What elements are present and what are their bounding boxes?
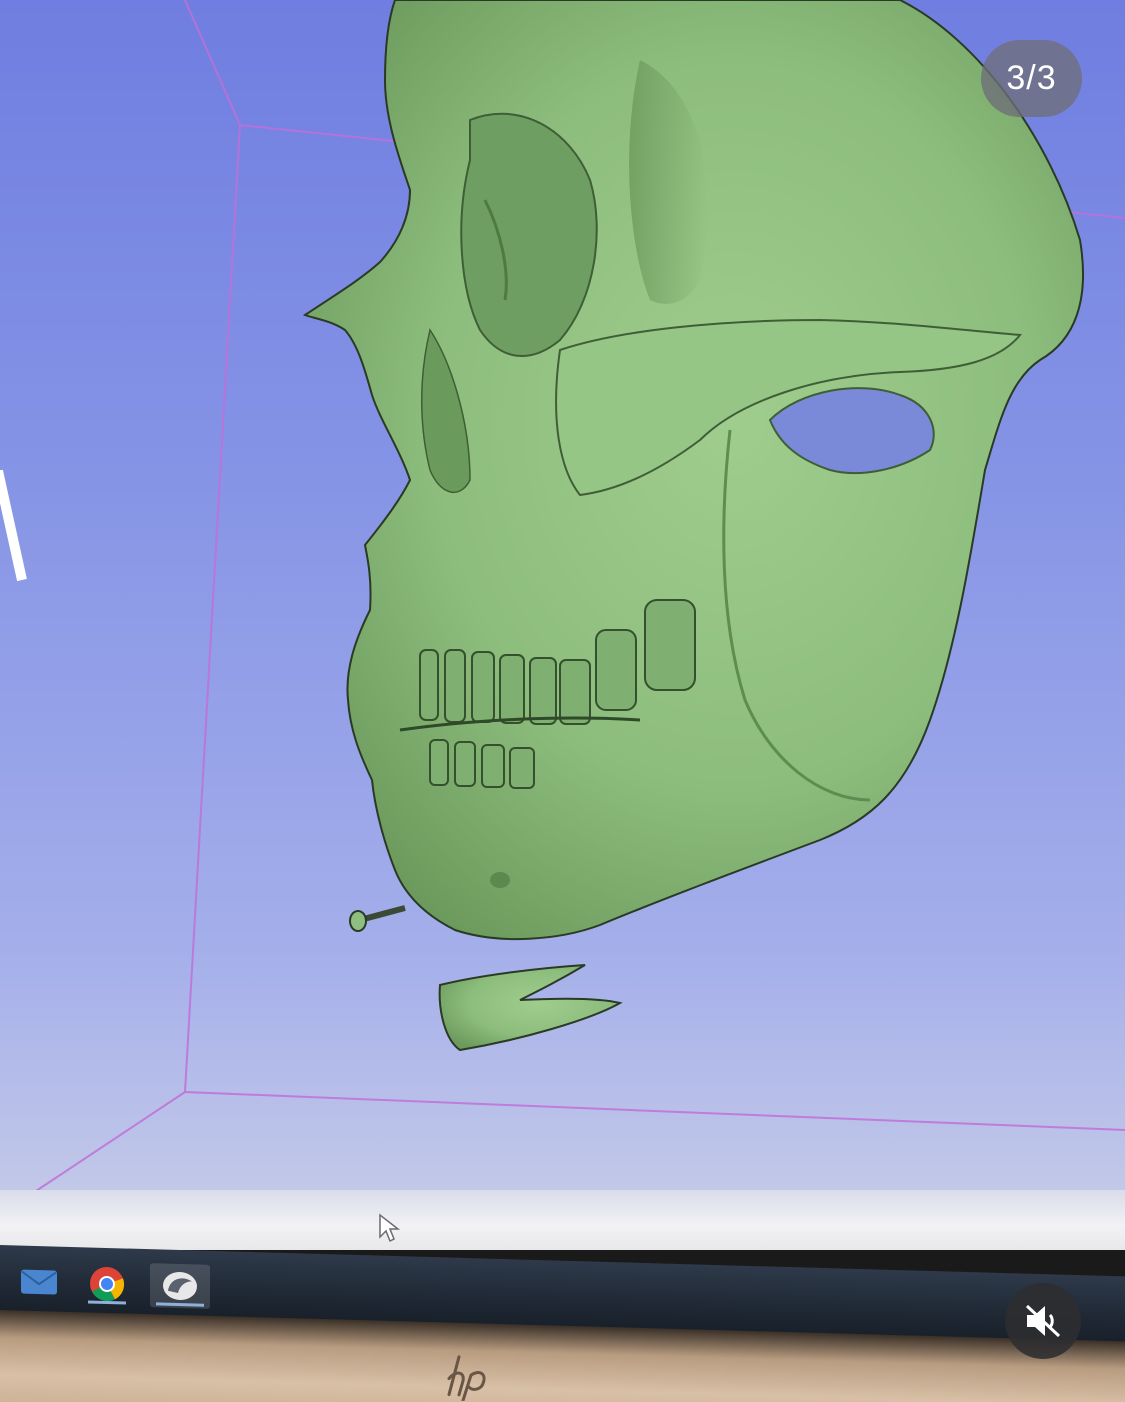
3d-viewport[interactable] bbox=[0, 0, 1125, 1250]
taskbar-running-indicator bbox=[88, 1300, 126, 1305]
3d-viewer-app-icon bbox=[163, 1272, 197, 1301]
slide-counter: 3/3 bbox=[981, 40, 1082, 117]
photo-of-laptop-screen: 3/3 bbox=[0, 0, 1125, 1402]
partial-letter-glyph bbox=[0, 470, 27, 582]
hp-logo-icon bbox=[447, 1355, 486, 1402]
skull-3d-model bbox=[302, 0, 1084, 1052]
screen-bottom-band bbox=[0, 1190, 1125, 1250]
speaker-muted-icon bbox=[1025, 1304, 1061, 1338]
3d-scene bbox=[29, 0, 1125, 1196]
taskbar-mail[interactable] bbox=[14, 1259, 64, 1304]
taskbar-chrome[interactable] bbox=[82, 1261, 132, 1306]
pin-marker bbox=[349, 905, 406, 932]
taskbar-3d-viewer[interactable] bbox=[150, 1263, 210, 1309]
bone-fragment bbox=[438, 964, 623, 1052]
mute-button[interactable] bbox=[1005, 1283, 1081, 1359]
mouse-cursor-icon bbox=[379, 1213, 400, 1243]
mail-icon bbox=[21, 1269, 57, 1295]
chrome-icon bbox=[90, 1266, 125, 1301]
taskbar-running-indicator bbox=[156, 1302, 204, 1307]
